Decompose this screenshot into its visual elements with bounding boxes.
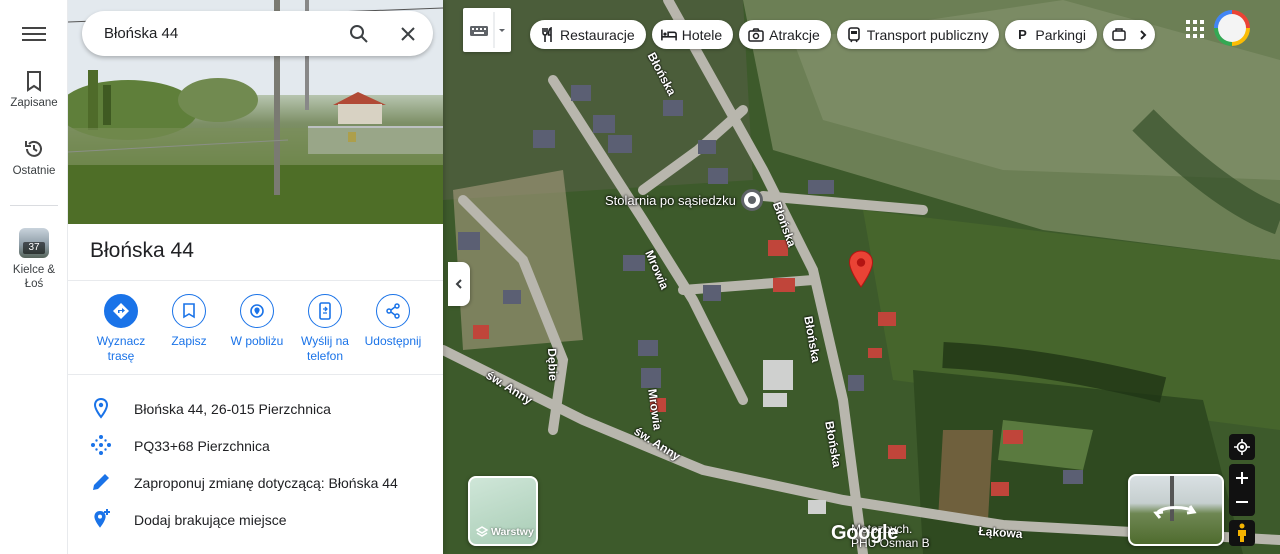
rail-item-label: Ostatnie — [12, 165, 56, 177]
street-view-scene — [1153, 476, 1197, 521]
pegman-icon — [1238, 523, 1246, 542]
action-label: Udostępnij — [364, 334, 422, 348]
saved-count-badge: 37 — [23, 242, 45, 254]
menu-icon[interactable] — [22, 24, 46, 44]
divider — [68, 374, 443, 375]
rail-item-label: Zapisane — [10, 97, 58, 109]
poi-marker-icon[interactable] — [741, 189, 763, 211]
chip-label: Parkingi — [1035, 26, 1086, 43]
chip-label: Atrakcje — [769, 26, 820, 43]
chip-restaurants[interactable]: Restauracje — [530, 20, 646, 49]
add-place-icon — [94, 509, 110, 528]
keyboard-icon — [470, 12, 505, 48]
street-label: Dębie — [545, 348, 561, 382]
more-categories-icon — [1112, 27, 1126, 41]
chip-hotels[interactable]: Hotele — [651, 20, 734, 49]
chip-transit[interactable]: Transport publiczny — [836, 20, 1000, 49]
directions-icon — [113, 303, 129, 319]
street-view-thumbnail[interactable] — [1128, 474, 1224, 546]
share-button[interactable]: Udostępnij — [358, 294, 428, 349]
apps-grid-icon[interactable] — [1182, 16, 1208, 42]
layers-button[interactable]: Warstwy — [468, 476, 538, 546]
place-panel: Błońska 44 Wyznacz trasę Zapisz W pobliż… — [68, 0, 443, 554]
action-bar: Wyznacz trasę Zapisz W pobliżu Wyślij na… — [68, 294, 443, 366]
list-icon — [90, 546, 112, 554]
zoom-in-icon[interactable] — [1235, 466, 1249, 490]
account-avatar[interactable] — [1214, 10, 1250, 46]
pegman-button[interactable] — [1229, 520, 1255, 546]
transit-icon — [847, 26, 860, 42]
saved-place-thumbnail: 37 — [19, 228, 49, 258]
suggest-edit-row[interactable]: Zaproponuj zmianę dotyczącą: Błońska 44 — [68, 465, 443, 501]
satellite-map[interactable]: Restauracje Hotele Atrakcje Transport pu… — [443, 0, 1280, 554]
chip-more[interactable] — [1103, 20, 1155, 49]
location-pin-icon — [93, 397, 109, 419]
my-location-button[interactable] — [1229, 434, 1255, 460]
action-label: Wyślij na telefon — [301, 334, 349, 363]
send-to-phone-button[interactable]: Wyślij na telefon — [290, 294, 360, 364]
rail-divider — [10, 205, 58, 206]
action-label: Zapisz — [171, 334, 207, 348]
restaurant-icon — [542, 26, 552, 42]
search-input[interactable] — [104, 23, 334, 43]
my-location-icon — [1234, 439, 1250, 455]
bookmark-icon — [27, 71, 41, 92]
rail-item-label: Kielce & Łoś — [12, 264, 56, 290]
nearby-button[interactable]: W pobliżu — [222, 294, 292, 349]
action-label: W pobliżu — [230, 334, 284, 348]
zoom-out-icon[interactable] — [1235, 490, 1249, 514]
camera-icon — [748, 27, 764, 42]
history-icon — [25, 140, 42, 157]
layers-label: Warstwy — [491, 526, 534, 538]
action-label: Wyznacz trasę — [96, 334, 146, 363]
zoom-controls — [1229, 464, 1255, 516]
chevron-left-icon — [455, 279, 462, 289]
layers-icon — [476, 526, 488, 537]
chip-label: Transport publiczny — [866, 26, 989, 43]
plus-code-text: PQ33+68 Pierzchnica — [134, 438, 270, 454]
google-logo: Google — [831, 522, 899, 544]
chevron-right-icon — [1140, 29, 1147, 40]
parking-icon: P — [1018, 27, 1027, 42]
rail-item-saved[interactable]: Zapisane — [0, 70, 68, 110]
street-label: Łąkowa — [978, 524, 1023, 542]
rail-item-kielce-los[interactable]: 37 Kielce & Łoś — [0, 228, 68, 291]
location-pin-icon[interactable] — [848, 250, 874, 288]
address-row[interactable]: Błońska 44, 26-015 Pierzchnica — [68, 391, 443, 427]
chip-parking[interactable]: P Parkingi — [1005, 20, 1097, 49]
add-place-row[interactable]: Dodaj brakujące miejsce — [68, 502, 443, 538]
search-icon[interactable] — [347, 22, 371, 46]
divider — [68, 280, 443, 281]
place-title: Błońska 44 — [90, 239, 194, 262]
suggest-edit-text: Zaproponuj zmianę dotyczącą: Błońska 44 — [134, 475, 398, 491]
directions-button[interactable]: Wyznacz trasę — [86, 294, 156, 364]
save-button[interactable]: Zapisz — [154, 294, 224, 349]
category-chips: Restauracje Hotele Atrakcje Transport pu… — [530, 20, 1155, 49]
add-place-text: Dodaj brakujące miejsce — [134, 512, 287, 528]
bookmark-icon — [183, 303, 195, 319]
chip-attractions[interactable]: Atrakcje — [739, 20, 831, 49]
collapse-panel-button[interactable] — [448, 262, 470, 306]
input-tools-button[interactable] — [463, 8, 511, 52]
poi-label[interactable]: Stolarnia po sąsiedzku — [605, 193, 736, 208]
plus-code-icon — [91, 435, 111, 455]
edit-pencil-icon — [93, 474, 109, 490]
hotel-icon — [660, 29, 677, 40]
left-rail: Zapisane Ostatnie 37 Kielce & Łoś — [0, 0, 68, 554]
chip-label: Hotele — [681, 26, 723, 43]
send-to-phone-icon — [319, 302, 331, 320]
search-box — [82, 11, 433, 56]
nearby-icon — [250, 304, 264, 318]
address-text: Błońska 44, 26-015 Pierzchnica — [134, 401, 331, 417]
share-icon — [386, 303, 400, 319]
close-icon[interactable] — [396, 22, 420, 46]
rail-item-recent[interactable]: Ostatnie — [0, 138, 68, 178]
more-info-row[interactable] — [68, 540, 443, 554]
plus-code-row[interactable]: PQ33+68 Pierzchnica — [68, 428, 443, 464]
chip-label: Restauracje — [560, 26, 635, 43]
